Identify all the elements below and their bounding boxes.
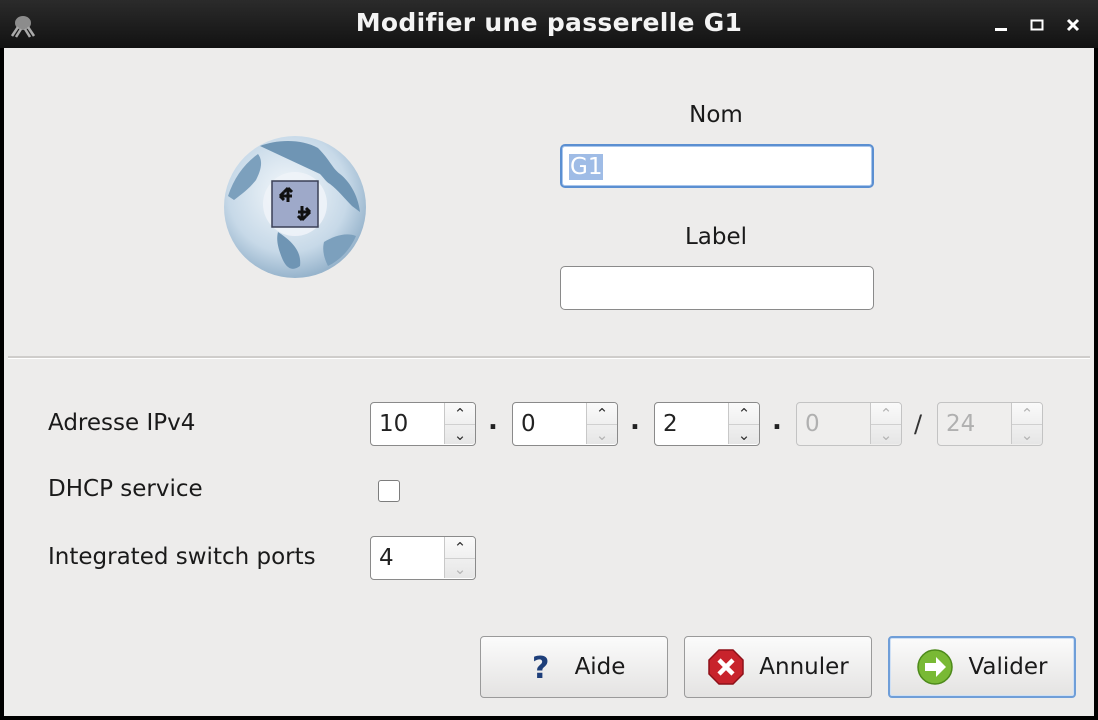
arrow-right-icon bbox=[916, 648, 954, 686]
title-bar[interactable]: Modifier une passerelle G1 bbox=[0, 0, 1098, 48]
router-globe-icon bbox=[220, 132, 370, 282]
prefix-spinner: 24 ⌃ ⌄ bbox=[937, 402, 1043, 446]
label-field[interactable] bbox=[560, 266, 874, 310]
switch-ports-label: Integrated switch ports bbox=[48, 544, 316, 570]
spin-up-icon[interactable]: ⌃ bbox=[445, 404, 475, 424]
dialog-window: Modifier une passerelle G1 Nom G1 Label … bbox=[0, 0, 1098, 720]
cancel-icon bbox=[707, 648, 745, 686]
switch-ports-spinner[interactable]: 4 ⌃ ⌄ bbox=[370, 536, 476, 580]
spin-down-icon[interactable]: ⌄ bbox=[587, 424, 617, 445]
ipv4-octet-4: 0 ⌃ ⌄ bbox=[796, 402, 902, 446]
ip-dot: . bbox=[630, 406, 640, 436]
maximize-icon[interactable] bbox=[1026, 14, 1048, 36]
svg-text:?: ? bbox=[532, 651, 549, 684]
ip-dot: . bbox=[772, 406, 782, 436]
ipv4-octet-2[interactable]: 0 ⌃ ⌄ bbox=[512, 402, 618, 446]
spin-up-icon[interactable]: ⌃ bbox=[729, 404, 759, 424]
ok-button[interactable]: Valider bbox=[888, 636, 1076, 698]
spin-down-icon: ⌄ bbox=[1012, 424, 1042, 445]
close-icon[interactable] bbox=[1062, 14, 1084, 36]
spin-up-icon: ⌃ bbox=[1020, 405, 1034, 423]
spin-down-icon[interactable]: ⌄ bbox=[445, 424, 475, 445]
cancel-button[interactable]: Annuler bbox=[684, 636, 872, 698]
name-field-value: G1 bbox=[569, 154, 604, 180]
separator bbox=[8, 356, 1090, 359]
dhcp-label: DHCP service bbox=[48, 476, 203, 502]
name-field[interactable]: G1 bbox=[560, 144, 874, 188]
ip-dot: . bbox=[488, 406, 498, 436]
ipv4-label: Adresse IPv4 bbox=[48, 410, 196, 436]
spin-down-icon[interactable]: ⌄ bbox=[445, 558, 475, 579]
window-title: Modifier une passerelle G1 bbox=[355, 8, 743, 37]
prefix-separator: / bbox=[914, 410, 923, 438]
dhcp-checkbox[interactable] bbox=[378, 480, 400, 502]
spin-down-icon[interactable]: ⌄ bbox=[729, 424, 759, 445]
spin-down-icon: ⌄ bbox=[871, 424, 901, 445]
name-label: Nom bbox=[689, 102, 743, 128]
minimize-icon[interactable] bbox=[990, 14, 1012, 36]
label-label: Label bbox=[684, 224, 748, 250]
help-button[interactable]: ? Aide bbox=[480, 636, 668, 698]
question-icon: ? bbox=[523, 648, 561, 686]
ipv4-octet-1[interactable]: 10 ⌃ ⌄ bbox=[370, 402, 476, 446]
spin-up-icon: ⌃ bbox=[879, 405, 893, 423]
spin-up-icon[interactable]: ⌃ bbox=[587, 404, 617, 424]
spin-up-icon[interactable]: ⌃ bbox=[445, 538, 475, 558]
ipv4-octet-3[interactable]: 2 ⌃ ⌄ bbox=[654, 402, 760, 446]
dialog-body: Nom G1 Label Adresse IPv4 10 ⌃ ⌄ . 0 ⌃ ⌄… bbox=[4, 48, 1094, 716]
